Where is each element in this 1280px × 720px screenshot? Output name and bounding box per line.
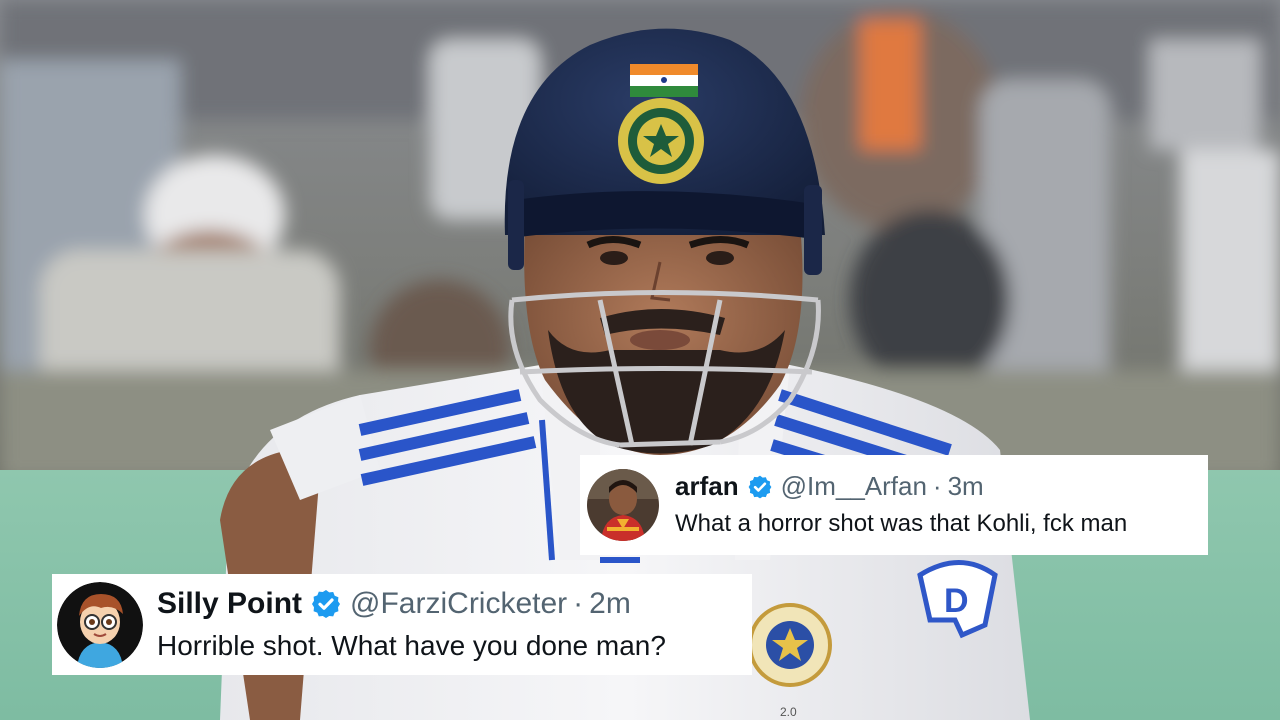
verified-badge-icon [747,474,773,500]
tweet-text: What a horror shot was that Kohli, fck m… [675,509,1128,537]
silly-point-avatar-image [57,581,143,668]
svg-text:D: D [944,582,969,620]
tweet-text: Horrible shot. What have you done man? [157,630,666,661]
avatar[interactable] [587,469,659,541]
avatar[interactable] [57,581,143,668]
bcci-emblem-chest [748,603,832,687]
bcci-emblem-icon [618,98,704,184]
separator-dot: · [932,471,942,502]
india-flag-icon [630,64,698,97]
arfan-avatar-image [587,469,659,541]
tweet-card-silly-point[interactable]: Silly Point @FarziCricketer · 2m Horribl… [52,574,752,675]
user-handle[interactable]: @FarziCricketer [350,586,567,622]
timestamp[interactable]: 3m [948,471,984,502]
user-handle[interactable]: @Im__Arfan [781,471,927,502]
display-name[interactable]: Silly Point [157,586,302,622]
tweet-card-arfan[interactable]: arfan @Im__Arfan · 3m What a horror shot… [580,455,1208,555]
separator-dot: · [573,587,584,620]
display-name[interactable]: arfan [675,471,739,502]
svg-text:2.0: 2.0 [780,705,797,719]
verified-badge-icon [310,588,342,620]
timestamp[interactable]: 2m [589,586,631,622]
